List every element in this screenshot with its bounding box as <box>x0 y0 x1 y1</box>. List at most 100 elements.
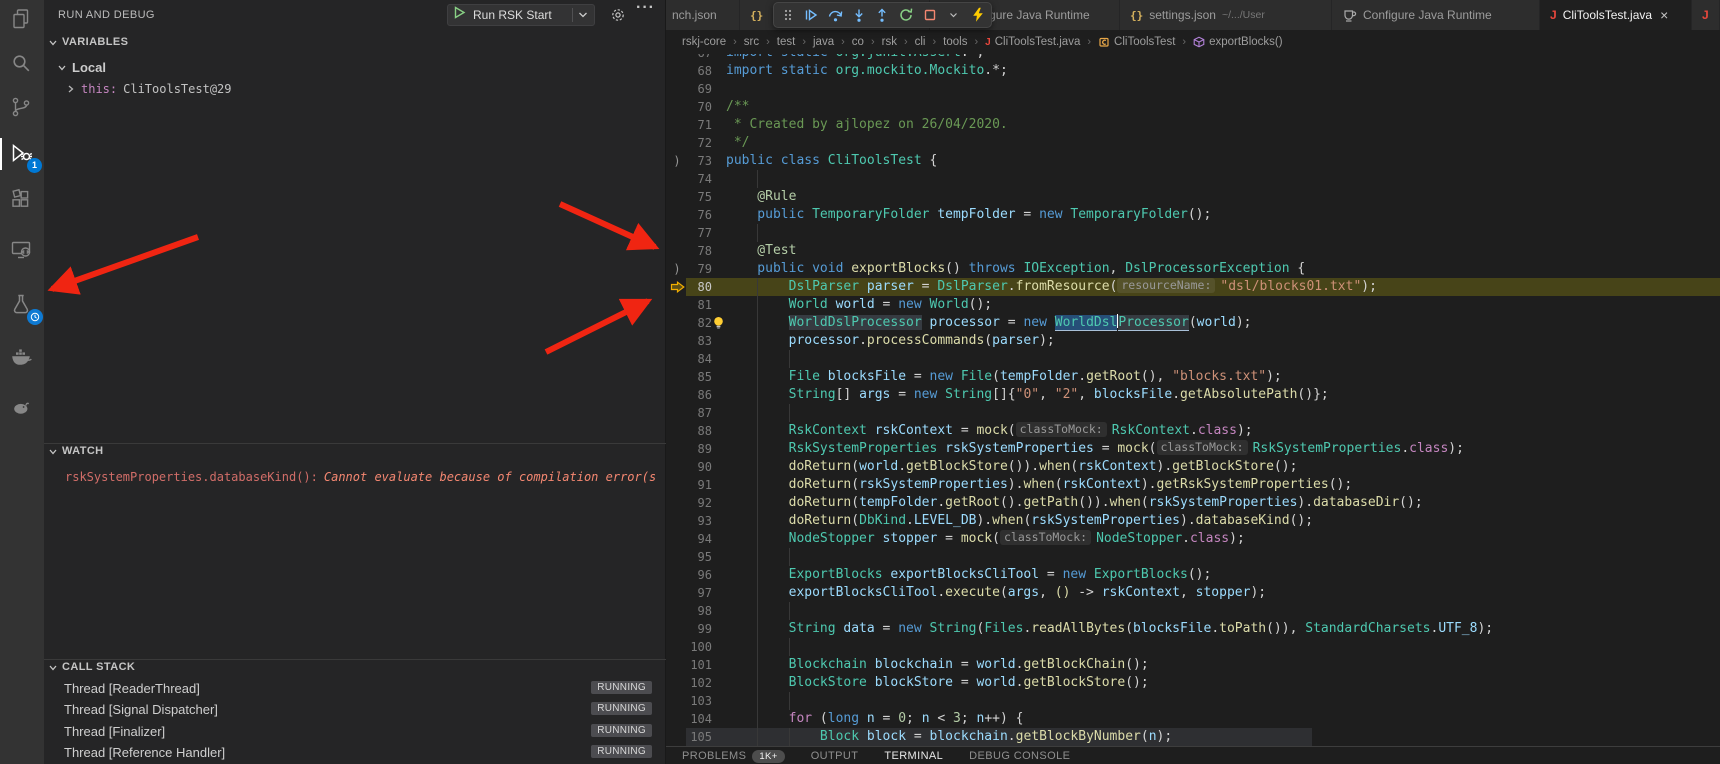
fold-region-icon[interactable]: ) <box>673 262 680 276</box>
code-text[interactable]: doReturn(rskSystemProperties).when(rskCo… <box>726 476 1352 494</box>
code-line-99[interactable]: 99 String data = new String(Files.readAl… <box>666 620 1720 638</box>
editor-tab[interactable]: J <box>1692 0 1720 30</box>
code-text[interactable]: doReturn(DbKind.LEVEL_DB).when(rskSystem… <box>726 512 1313 530</box>
quick-fix-lightbulb[interactable] <box>712 316 725 335</box>
code-line-98[interactable]: 98 <box>666 602 1720 620</box>
more-actions-icon[interactable]: ··· <box>636 0 655 17</box>
gutter-glyph-margin[interactable] <box>668 710 686 728</box>
breadcrumb-item-exportblocks-[interactable]: exportBlocks() <box>1193 36 1283 48</box>
call-stack-thread-row[interactable]: Thread [Reference Handler]RUNNING <box>44 742 666 763</box>
code-line-75[interactable]: 75 @Rule <box>666 188 1720 206</box>
gutter-glyph-margin[interactable] <box>668 476 686 494</box>
code-line-77[interactable]: 77 <box>666 224 1720 242</box>
breadcrumb-item-cli[interactable]: cli <box>915 36 926 48</box>
stop-chevron-icon[interactable] <box>943 4 964 26</box>
code-line-69[interactable]: 69 <box>666 80 1720 98</box>
editor-tab-nch-json[interactable]: nch.json <box>666 0 740 30</box>
code-text[interactable]: ExportBlocks exportBlocksCliTool = new E… <box>726 566 1211 584</box>
code-text[interactable]: NodeStopper stopper = mock(classToMock:N… <box>726 530 1245 548</box>
code-line-74[interactable]: 74 <box>666 170 1720 188</box>
gutter-glyph-margin[interactable] <box>668 512 686 530</box>
gutter-glyph-margin[interactable] <box>668 54 686 62</box>
code-text[interactable]: processor.processCommands(parser); <box>726 332 1055 350</box>
activity-item-gradle[interactable] <box>9 394 35 420</box>
code-line-84[interactable]: 84 <box>666 350 1720 368</box>
close-icon[interactable]: × <box>1660 8 1668 22</box>
gutter-glyph-margin[interactable] <box>668 440 686 458</box>
gutter-glyph-margin[interactable]: ) <box>668 152 686 170</box>
code-text[interactable]: @Rule <box>726 188 796 206</box>
code-line-91[interactable]: 91 doReturn(rskSystemProperties).when(rs… <box>666 476 1720 494</box>
code-line-94[interactable]: 94 NodeStopper stopper = mock(classToMoc… <box>666 530 1720 548</box>
code-text[interactable]: String data = new String(Files.readAllBy… <box>726 620 1493 638</box>
editor-tab-settings-json[interactable]: {}settings.json~/.../User <box>1120 0 1332 30</box>
code-text[interactable]: public TemporaryFolder tempFolder = new … <box>726 206 1211 224</box>
code-text[interactable]: @Test <box>726 242 796 260</box>
gutter-glyph-margin[interactable] <box>668 368 686 386</box>
gutter-glyph-margin[interactable] <box>668 674 686 692</box>
gutter-glyph-margin[interactable]: ) <box>668 260 686 278</box>
gutter-glyph-margin[interactable] <box>668 584 686 602</box>
code-line-68[interactable]: 68import static org.mockito.Mockito.*; <box>666 62 1720 80</box>
gutter-glyph-margin[interactable] <box>668 602 686 620</box>
restart-icon[interactable] <box>896 4 917 26</box>
code-text[interactable]: doReturn(world.getBlockStore()).when(rsk… <box>726 458 1297 476</box>
code-line-95[interactable]: 95 <box>666 548 1720 566</box>
code-line-88[interactable]: 88 RskContext rskContext = mock(classToM… <box>666 422 1720 440</box>
gutter-glyph-margin[interactable] <box>668 116 686 134</box>
code-editor[interactable]: 67import static org.junit.Assert.*;68imp… <box>666 54 1720 746</box>
breadcrumb-item-java[interactable]: java <box>813 36 834 48</box>
call-stack-section-header[interactable]: CALL STACK <box>48 661 135 673</box>
code-text[interactable]: /** <box>726 98 749 116</box>
gutter-glyph-margin[interactable] <box>668 638 686 656</box>
call-stack-thread-row[interactable]: Thread [Finalizer]RUNNING <box>44 721 666 742</box>
drag-icon[interactable] <box>777 4 798 26</box>
code-text[interactable]: RskSystemProperties rskSystemProperties … <box>726 440 1464 458</box>
code-line-93[interactable]: 93 doReturn(DbKind.LEVEL_DB).when(rskSys… <box>666 512 1720 530</box>
breadcrumb-item-tools[interactable]: tools <box>943 36 967 48</box>
code-text[interactable]: String[] args = new String[]{"0", "2", b… <box>726 386 1329 404</box>
code-line-102[interactable]: 102 BlockStore blockStore = world.getBlo… <box>666 674 1720 692</box>
code-line-87[interactable]: 87 <box>666 404 1720 422</box>
gutter-glyph-margin[interactable] <box>668 62 686 80</box>
activity-item-run-debug[interactable]: 1 <box>9 141 35 167</box>
gutter-glyph-margin[interactable] <box>668 80 686 98</box>
code-text[interactable]: * Created by ajlopez on 26/04/2020. <box>726 116 1008 134</box>
stop-icon[interactable] <box>919 4 940 26</box>
code-line-89[interactable]: 89 RskSystemProperties rskSystemProperti… <box>666 440 1720 458</box>
gutter-glyph-margin[interactable] <box>668 548 686 566</box>
gutter-glyph-margin[interactable] <box>668 332 686 350</box>
panel-tab-terminal[interactable]: TERMINAL <box>884 750 943 762</box>
hot-code-icon[interactable] <box>967 4 988 26</box>
code-text[interactable]: World world = new World(); <box>726 296 992 314</box>
watch-section-header[interactable]: WATCH <box>48 445 104 457</box>
activity-item-remote-explorer[interactable] <box>9 238 35 264</box>
gutter-glyph-margin[interactable] <box>668 728 686 746</box>
gutter-glyph-margin[interactable] <box>668 692 686 710</box>
code-text[interactable]: import static org.junit.Assert.*; <box>726 54 984 62</box>
gutter-glyph-margin[interactable] <box>668 494 686 512</box>
code-text[interactable]: Blockchain blockchain = world.getBlockCh… <box>726 656 1149 674</box>
gutter-glyph-margin[interactable] <box>668 566 686 584</box>
gutter-glyph-margin[interactable] <box>668 620 686 638</box>
code-line-92[interactable]: 92 doReturn(tempFolder.getRoot().getPath… <box>666 494 1720 512</box>
code-text[interactable]: import static org.mockito.Mockito.*; <box>726 62 1008 80</box>
code-line-70[interactable]: 70/** <box>666 98 1720 116</box>
code-line-78[interactable]: 78 @Test <box>666 242 1720 260</box>
activity-item-docker[interactable] <box>9 344 35 370</box>
call-stack-thread-row[interactable]: Thread [Signal Dispatcher]RUNNING <box>44 699 666 720</box>
code-text[interactable]: doReturn(tempFolder.getRoot().getPath())… <box>726 494 1423 512</box>
code-line-86[interactable]: 86 String[] args = new String[]{"0", "2"… <box>666 386 1720 404</box>
gutter-glyph-margin[interactable] <box>668 458 686 476</box>
panel-tab-output[interactable]: OUTPUT <box>811 750 859 762</box>
gutter-glyph-margin[interactable] <box>668 422 686 440</box>
code-line-81[interactable]: 81 World world = new World(); <box>666 296 1720 314</box>
code-line-105[interactable]: 105 Block block = blockchain.getBlockByN… <box>666 728 1720 746</box>
panel-tab-problems[interactable]: PROBLEMS1K+ <box>682 750 785 763</box>
activity-item-extensions[interactable] <box>9 187 35 213</box>
code-line-85[interactable]: 85 File blocksFile = new File(tempFolder… <box>666 368 1720 386</box>
code-line-80[interactable]: 80 DslParser parser = DslParser.fromReso… <box>666 278 1720 296</box>
watch-expression-row[interactable]: rskSystemProperties.databaseKind(): Cann… <box>65 468 655 485</box>
code-text[interactable]: */ <box>726 134 749 152</box>
gutter-glyph-margin[interactable] <box>668 188 686 206</box>
